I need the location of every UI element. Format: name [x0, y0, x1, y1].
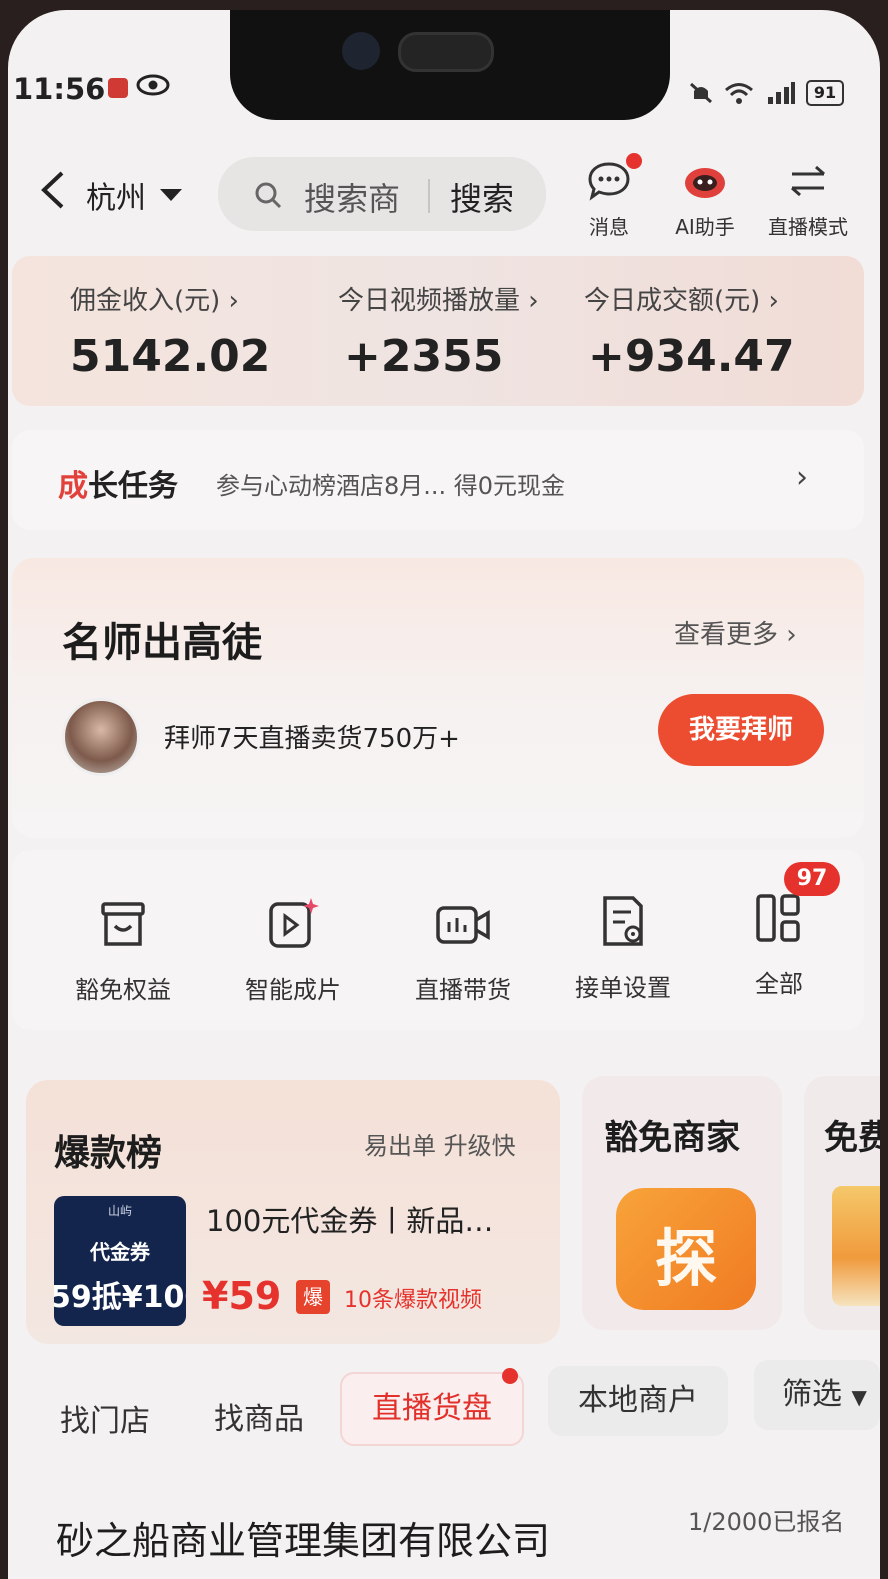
camera-notch: [230, 10, 670, 120]
turnover-label: 今日成交额(元) ›: [584, 286, 779, 316]
notification-badge: 97: [784, 862, 840, 896]
messages-button[interactable]: 消息: [564, 153, 654, 240]
stats-panel: 佣金收入(元) › 5142.02 今日视频播放量 › +2355 今日成交额(…: [12, 256, 864, 406]
tool-order-settings-label: 接单设置: [575, 974, 671, 1002]
message-icon: [588, 162, 630, 201]
ai-assistant-icon: [685, 168, 725, 198]
tab-find-stores[interactable]: 找门店: [60, 1396, 150, 1440]
turnover-value: +934.47: [588, 331, 795, 382]
mentor-title: 名师出高徒: [62, 620, 262, 666]
hot-badge-icon: 爆: [296, 1280, 330, 1314]
commission-label: 佣金收入(元) ›: [70, 286, 239, 316]
video-plays-stat[interactable]: 今日视频播放量 › +2355: [338, 280, 539, 382]
company-name[interactable]: 砂之船商业管理集团有限公司: [56, 1510, 550, 1565]
exempt-merchant-title: 豁免商家: [604, 1118, 740, 1158]
filter-tabs: 找门店 找商品 直播货盘 本地商户 筛选 ▼: [8, 1360, 880, 1450]
wifi-icon: [725, 83, 753, 104]
front-camera: [342, 32, 380, 70]
app-notification-icon: [108, 78, 128, 98]
explore-logo-glyph: 探: [654, 1222, 717, 1295]
ai-assistant-button[interactable]: AI助手: [660, 161, 750, 240]
filter-button[interactable]: 筛选 ▼: [754, 1360, 880, 1430]
apprentice-button[interactable]: 我要拜师: [658, 694, 824, 766]
voucher-thumbnail[interactable]: 山屿 代金券 59抵¥100: [54, 1196, 186, 1326]
search-icon: [255, 182, 282, 209]
voucher-price: 59抵¥100: [54, 1280, 186, 1315]
growth-task-desc: 参与心动榜酒店8月... 得0元现金: [216, 472, 566, 500]
live-mode-button[interactable]: 直播模式: [758, 161, 858, 240]
mute-icon: [689, 82, 713, 104]
avatar[interactable]: [62, 698, 140, 776]
hot-list-tags: 易出单 升级快: [364, 1132, 516, 1160]
search-bar[interactable]: 搜索商 搜索: [218, 157, 546, 231]
commission-value: 5142.02: [70, 331, 271, 382]
chevron-right-icon: ›: [796, 460, 808, 495]
filter-label: 筛选: [782, 1377, 842, 1412]
order-settings-icon: [603, 896, 643, 946]
turnover-stat[interactable]: 今日成交额(元) › +934.47: [584, 280, 795, 382]
hot-videos-count: 10条爆款视频: [344, 1288, 482, 1313]
ai-assistant-label: AI助手: [675, 215, 735, 239]
growth-task-title: 成长任务: [58, 469, 178, 504]
tool-order-settings[interactable]: 接单设置: [558, 894, 688, 1003]
video-plays-value: +2355: [344, 331, 504, 382]
earpiece: [398, 32, 494, 72]
switch-icon: [791, 165, 825, 197]
tool-smart-video[interactable]: 智能成片: [228, 896, 358, 1005]
free-card-title: 免费: [824, 1118, 880, 1158]
tool-smart-video-label: 智能成片: [245, 976, 341, 1004]
tool-benefits[interactable]: 豁免权益: [58, 900, 188, 1005]
product-price: ¥59: [202, 1274, 282, 1318]
commission-stat[interactable]: 佣金收入(元) › 5142.02: [70, 280, 270, 382]
tool-live-selling-label: 直播带货: [415, 976, 511, 1004]
messages-label: 消息: [589, 215, 629, 239]
free-card-image: [832, 1186, 880, 1306]
smart-video-icon: [269, 898, 319, 948]
tool-all[interactable]: 全部: [714, 892, 844, 999]
enrollment-count: 1/2000已报名: [688, 1508, 845, 1536]
free-card[interactable]: 免费: [804, 1076, 880, 1330]
tab-unread-dot: [502, 1368, 518, 1384]
exempt-merchant-card[interactable]: 豁免商家 探: [582, 1076, 782, 1330]
tab-live-inventory[interactable]: 直播货盘: [340, 1372, 524, 1446]
hot-list-title: 爆款榜: [54, 1133, 163, 1174]
search-button[interactable]: 搜索: [450, 174, 514, 220]
live-mode-label: 直播模式: [768, 215, 848, 239]
tool-benefits-label: 豁免权益: [75, 976, 171, 1004]
search-input[interactable]: 搜索商: [304, 174, 424, 220]
hot-list-card[interactable]: 爆款榜 易出单 升级快 山屿 代金券 59抵¥100 100元代金券丨新品… ¥…: [26, 1080, 560, 1344]
mentor-desc: 拜师7天直播卖货750万+: [164, 724, 460, 754]
search-divider: [428, 179, 430, 213]
status-time: 11:56: [13, 72, 106, 106]
tool-live-selling[interactable]: 直播带货: [398, 900, 528, 1005]
mentor-card: 名师出高徒 查看更多 › 拜师7天直播卖货750万+ 我要拜师: [12, 558, 864, 838]
see-more-link[interactable]: 查看更多 ›: [674, 614, 797, 651]
phone-screen: 11:56 91 杭州 搜索商 搜索 消息 AI助手 直播模式 佣金收入(元) …: [8, 10, 880, 1579]
top-bar: 杭州 搜索商 搜索 消息 AI助手 直播模式: [8, 145, 880, 240]
voucher-tag: 代金券: [90, 1240, 150, 1264]
tab-local-merchants[interactable]: 本地商户: [548, 1366, 728, 1436]
benefit-icon: [101, 902, 145, 946]
city-selector[interactable]: 杭州: [86, 173, 146, 217]
back-arrow-icon[interactable]: [34, 167, 78, 213]
video-plays-label: 今日视频播放量 ›: [338, 286, 539, 316]
caret-down-icon: ▼: [851, 1385, 867, 1409]
voucher-brand: 山屿: [107, 1204, 132, 1218]
status-icons: 91: [688, 80, 844, 106]
signal-icon: [768, 82, 795, 104]
caret-down-icon[interactable]: [160, 189, 182, 201]
live-camera-icon: [436, 906, 490, 944]
grid-icon: [756, 894, 800, 942]
tool-grid: 豁免权益 智能成片 直播带货 接单设置 全部 97: [12, 850, 864, 1030]
eye-icon: [136, 74, 170, 96]
growth-task-bar[interactable]: 成长任务 参与心动榜酒店8月... 得0元现金 ›: [12, 430, 864, 530]
tool-all-label: 全部: [755, 970, 803, 998]
message-unread-dot: [626, 153, 642, 169]
battery-indicator: 91: [806, 80, 844, 106]
explore-logo-icon: 探: [616, 1188, 756, 1310]
tab-find-products[interactable]: 找商品: [214, 1394, 304, 1438]
product-name[interactable]: 100元代金券丨新品…: [206, 1198, 493, 1240]
